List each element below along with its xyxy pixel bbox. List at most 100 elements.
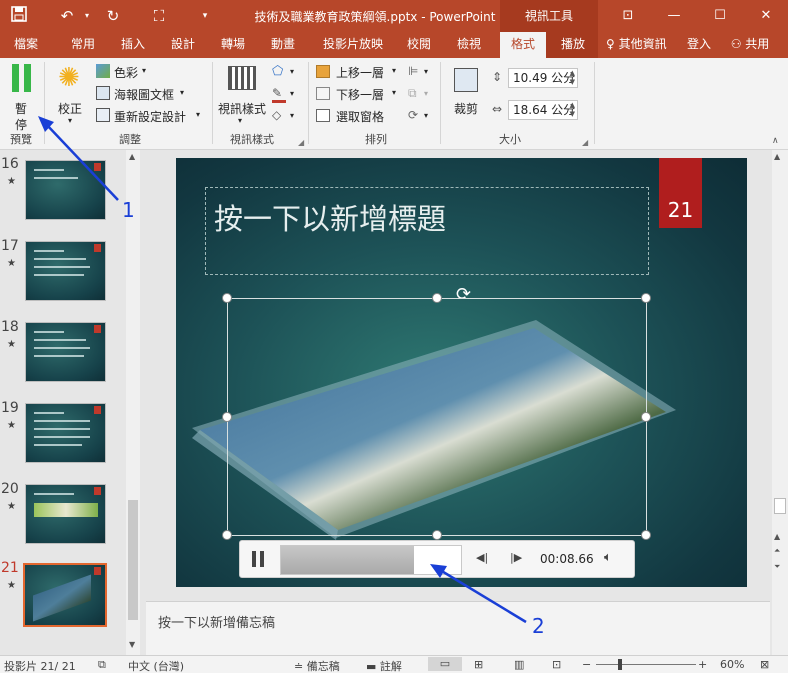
skip-back-icon[interactable]: ◀| [476, 551, 488, 564]
align-button[interactable]: ⊫ ▾ [408, 64, 432, 82]
send-backward-button[interactable]: 下移一層 ▾ [316, 86, 402, 104]
tab-file[interactable]: 檔案 [0, 32, 52, 58]
zoom-in-icon[interactable]: + [698, 658, 707, 671]
resize-handle[interactable] [222, 293, 232, 303]
notes-toggle[interactable]: ≐ 備忘稿 [294, 658, 340, 673]
zoom-level[interactable]: 60% [720, 658, 744, 671]
video-selection-box[interactable] [222, 293, 651, 540]
zoom-out-icon[interactable]: − [582, 658, 591, 671]
player-pause-icon[interactable] [250, 551, 266, 569]
video-effects-button[interactable]: ◇ ▾ [272, 108, 298, 126]
zoom-slider[interactable] [596, 664, 696, 665]
rotate-button[interactable]: ⟳ ▾ [408, 108, 432, 126]
resize-handle[interactable] [432, 530, 442, 540]
zoom-slider-thumb[interactable] [618, 659, 622, 670]
repeat-icon[interactable]: ↻ [102, 6, 124, 26]
title-placeholder[interactable]: 按一下以新增標題 ⟳ [205, 187, 649, 305]
video-shape-button[interactable]: ⬠ ▾ [272, 64, 298, 82]
slide-canvas[interactable]: 21 按一下以新增標題 ⟳ [176, 158, 747, 587]
video-border-button[interactable]: ✎ ▾ [272, 86, 298, 104]
resize-handle[interactable] [641, 293, 651, 303]
bring-forward-button[interactable]: 上移一層 ▾ [316, 64, 402, 82]
group-objects-button[interactable]: ⧉ ▾ [408, 86, 432, 104]
correct-button[interactable]: ✺ 校正 ▾ [52, 62, 92, 128]
tab-playback[interactable]: 播放 [550, 32, 596, 58]
scroll-up-icon[interactable]: ▲ [774, 532, 780, 541]
previous-slide-icon[interactable]: ⏶ [774, 546, 780, 556]
slide-scrollbar[interactable]: ▲ ▲ ⏶ ⏷ [772, 150, 788, 655]
slide-thumbnail[interactable] [25, 322, 106, 382]
tab-review[interactable]: 校閱 [396, 32, 442, 58]
pause-label-1: 暫 [15, 102, 28, 116]
resize-handle[interactable] [641, 412, 651, 422]
comments-toggle[interactable]: ▬ 註解 [366, 658, 402, 673]
selection-pane-button[interactable]: 選取窗格 [316, 108, 396, 126]
crop-button[interactable]: 裁剪 [448, 62, 484, 128]
minimize-icon[interactable]: — [660, 6, 688, 26]
tab-transitions[interactable]: 轉場 [208, 32, 258, 58]
height-value: 10.49 公分 [513, 71, 576, 85]
slide-thumbnail[interactable] [25, 403, 106, 463]
scroll-up-icon[interactable]: ▲ [129, 152, 135, 161]
slide-thumbnail[interactable] [25, 241, 106, 301]
undo-icon[interactable]: ↶ [56, 6, 78, 26]
tab-animations[interactable]: 動畫 [258, 32, 308, 58]
share-button[interactable]: ⚇ 共用 [722, 32, 778, 58]
sign-in-link[interactable]: 登入 [684, 32, 714, 58]
resize-handle[interactable] [641, 530, 651, 540]
tab-insert[interactable]: 插入 [108, 32, 158, 58]
slide-thumbnail[interactable] [25, 484, 106, 544]
reset-design-button[interactable]: 重新設定設計 ▾ [96, 108, 206, 126]
resize-handle[interactable] [432, 293, 442, 303]
poster-frame-button[interactable]: 海報圖文框 ▾ [96, 86, 188, 104]
save-icon[interactable] [8, 6, 30, 26]
tell-me-box[interactable]: ♀ 其他資訊 [606, 32, 678, 58]
thumb-text-line [34, 266, 90, 268]
notes-pane[interactable]: 按一下以新增備忘稿 [146, 601, 770, 655]
pause-button[interactable]: 暫 停 [4, 62, 38, 132]
volume-icon[interactable]: 🔈︎ [604, 550, 612, 565]
scroll-down-icon[interactable]: ▼ [129, 640, 135, 649]
color-button[interactable]: 色彩 ▾ [96, 64, 156, 82]
height-field[interactable]: 10.49 公分 ▲ ▼ [508, 68, 578, 88]
undo-dropdown-icon[interactable]: ▾ [76, 6, 98, 26]
tab-home[interactable]: 常用 [58, 32, 108, 58]
scroll-thumb[interactable] [774, 498, 786, 514]
dialog-launcher-icon[interactable]: ◢ [582, 138, 588, 147]
tab-format[interactable]: 格式 [500, 32, 546, 58]
thumbnails-scrollbar[interactable]: ▲ ▼ [126, 150, 140, 655]
collapse-ribbon-icon[interactable]: ∧ [772, 136, 779, 146]
slide-sorter-view-icon[interactable]: ⊞ [474, 658, 483, 671]
spin-arrows-icon[interactable]: ▲ ▼ [570, 101, 575, 119]
playback-progress-bar[interactable] [280, 545, 462, 575]
resize-handle[interactable] [222, 412, 232, 422]
dialog-launcher-icon[interactable]: ◢ [298, 138, 304, 147]
width-field[interactable]: 18.64 公分 ▲ ▼ [508, 100, 578, 120]
scroll-up-icon[interactable]: ▲ [774, 152, 780, 161]
close-icon[interactable]: ✕ [752, 6, 780, 26]
tab-slideshow[interactable]: 投影片放映 [312, 32, 394, 58]
video-styles-button[interactable]: 視訊樣式 ▾ [216, 62, 268, 128]
ribbon-display-icon[interactable]: ⊡ [614, 6, 642, 26]
normal-view-icon[interactable]: ▭ [428, 657, 462, 671]
spelling-icon[interactable]: ⧉ [98, 658, 106, 672]
tab-design[interactable]: 設計 [158, 32, 208, 58]
present-icon[interactable]: ⛶ [148, 6, 170, 26]
reset-design-label: 重新設定設計 [114, 110, 187, 124]
tell-me-label: 其他資訊 [618, 37, 667, 51]
maximize-icon[interactable]: ☐ [706, 6, 734, 26]
reading-view-icon[interactable]: ▥ [514, 658, 524, 671]
customize-qat-icon[interactable]: ▾ [194, 6, 216, 26]
fit-to-window-icon[interactable]: ⊠ [760, 658, 769, 671]
skip-forward-icon[interactable]: |▶ [510, 551, 522, 564]
tab-view[interactable]: 檢視 [444, 32, 494, 58]
language-indicator[interactable]: 中文 (台灣) [128, 658, 184, 673]
thumb-text-line [34, 347, 90, 349]
resize-handle[interactable] [222, 530, 232, 540]
slideshow-view-icon[interactable]: ⊡ [552, 658, 561, 671]
slide-thumbnail[interactable] [25, 160, 106, 220]
next-slide-icon[interactable]: ⏷ [774, 562, 780, 572]
scroll-thumb[interactable] [128, 500, 138, 620]
spin-arrows-icon[interactable]: ▲ ▼ [570, 69, 575, 87]
slide-thumbnail-current[interactable] [23, 563, 107, 627]
